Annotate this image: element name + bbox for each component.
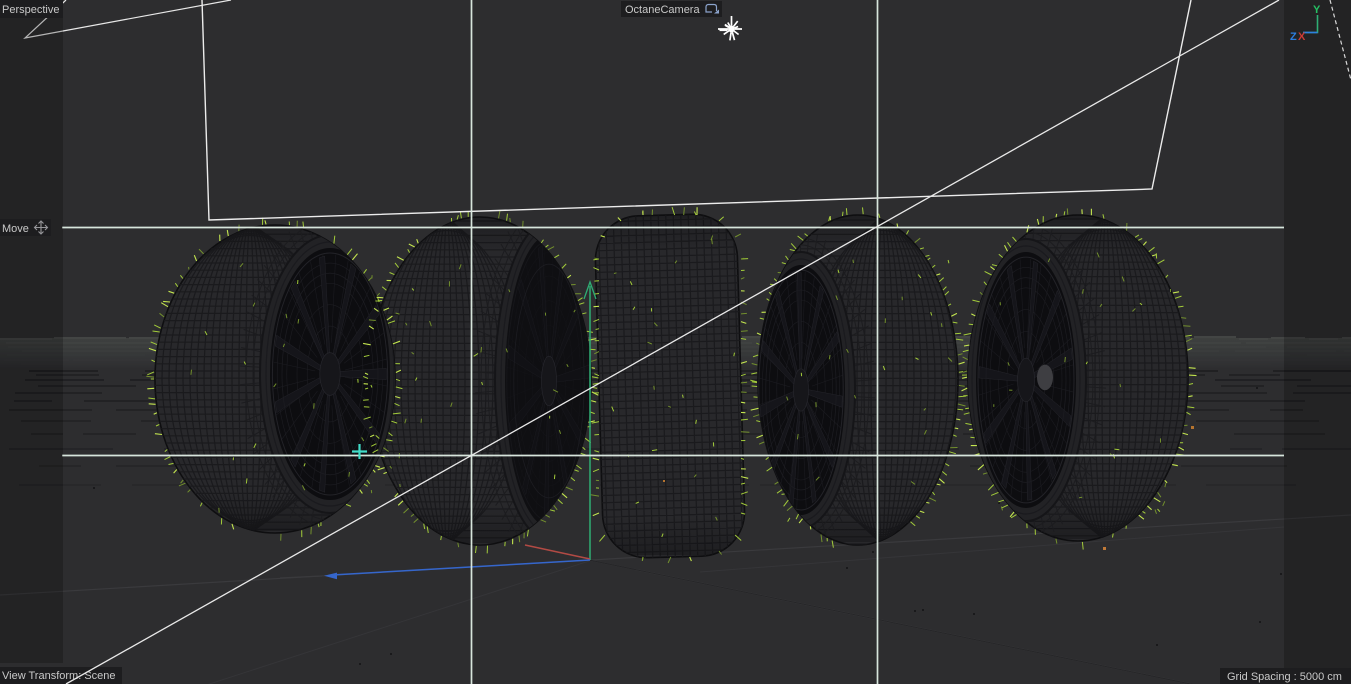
svg-text:Perspective: Perspective — [2, 4, 59, 16]
svg-text:Z: Z — [1290, 31, 1297, 43]
svg-text:View Transform: Scene: View Transform: Scene — [2, 670, 116, 682]
svg-text:X: X — [1298, 31, 1306, 43]
svg-text:Y: Y — [1313, 4, 1321, 16]
svg-text:Move: Move — [2, 223, 29, 235]
svg-text:Grid Spacing : 5000 cm: Grid Spacing : 5000 cm — [1227, 671, 1342, 683]
svg-text:OctaneCamera: OctaneCamera — [625, 4, 700, 16]
